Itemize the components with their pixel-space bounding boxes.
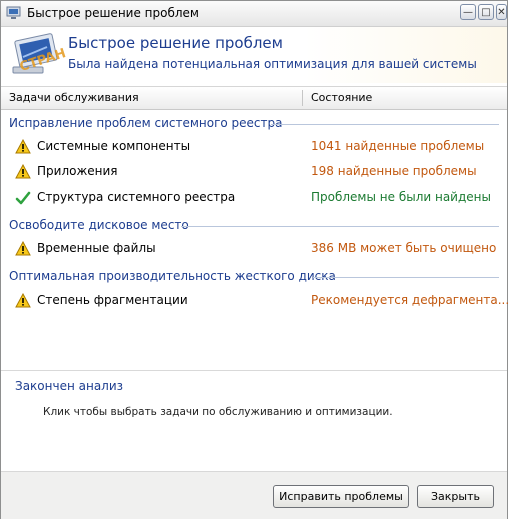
header-subtitle: Была найдена потенциальная оптимизация д… [68,57,477,71]
task-name: Приложения [37,164,118,178]
warning-icon [15,241,31,256]
column-separator[interactable] [302,90,303,106]
task-row[interactable]: Приложения 198 найденные проблемы [1,161,507,183]
group-title-disk: Освободите дисковое место [9,218,189,232]
footer: Исправить проблемы Закрыть [1,471,507,519]
group-title-registry: Исправление проблем системного реестра [9,116,283,130]
task-status: Рекомендуется дефрагмента... [311,293,508,307]
task-name: Временные файлы [37,241,156,255]
summary-text: Клик чтобы выбрать задачи по обслуживани… [43,406,393,418]
task-status: 198 найденные проблемы [311,164,477,178]
task-row[interactable]: Структура системного реестра Проблемы не… [1,187,507,209]
check-icon [15,191,31,205]
group-divider [181,226,499,227]
title-bar[interactable]: Быстрое решение проблем — □ ✕ [1,1,507,27]
task-status: 386 MB может быть очищено [311,241,497,255]
close-button[interactable]: Закрыть [417,485,494,508]
task-row[interactable]: Временные файлы 386 MB может быть очищен… [1,238,507,260]
maximize-button[interactable]: □ [478,4,494,20]
warning-icon [15,293,31,308]
summary-title: Закончен анализ [15,379,124,393]
fix-problems-button[interactable]: Исправить проблемы [273,485,409,508]
dialog-window: Быстрое решение проблем — □ ✕ CTPAH Быст… [0,0,508,519]
group-title-hdd: Оптимальная производительность жесткого … [9,269,336,283]
section-divider [1,370,507,371]
warning-icon [15,139,31,154]
minimize-button[interactable]: — [460,4,476,20]
task-row[interactable]: Системные компоненты 1041 найденные проб… [1,136,507,158]
app-icon [6,6,21,19]
group-divider [271,124,499,125]
task-status: 1041 найденные проблемы [311,139,485,153]
task-name: Структура системного реестра [37,190,236,204]
group-divider [313,277,499,278]
task-name: Степень фрагментации [37,293,188,307]
column-status[interactable]: Состояние [311,91,372,104]
window-title: Быстрое решение проблем [27,6,199,20]
task-row[interactable]: Степень фрагментации Рекомендуется дефра… [1,290,508,312]
column-header: Задачи обслуживания Состояние [1,86,507,110]
header-title: Быстрое решение проблем [68,34,283,52]
task-name: Системные компоненты [37,139,191,153]
column-tasks[interactable]: Задачи обслуживания [9,91,139,104]
header: CTPAH Быстрое решение проблем Была найде… [1,27,507,83]
warning-icon [15,164,31,179]
task-status: Проблемы не были найдены [311,190,491,204]
close-window-button[interactable]: ✕ [496,4,507,20]
